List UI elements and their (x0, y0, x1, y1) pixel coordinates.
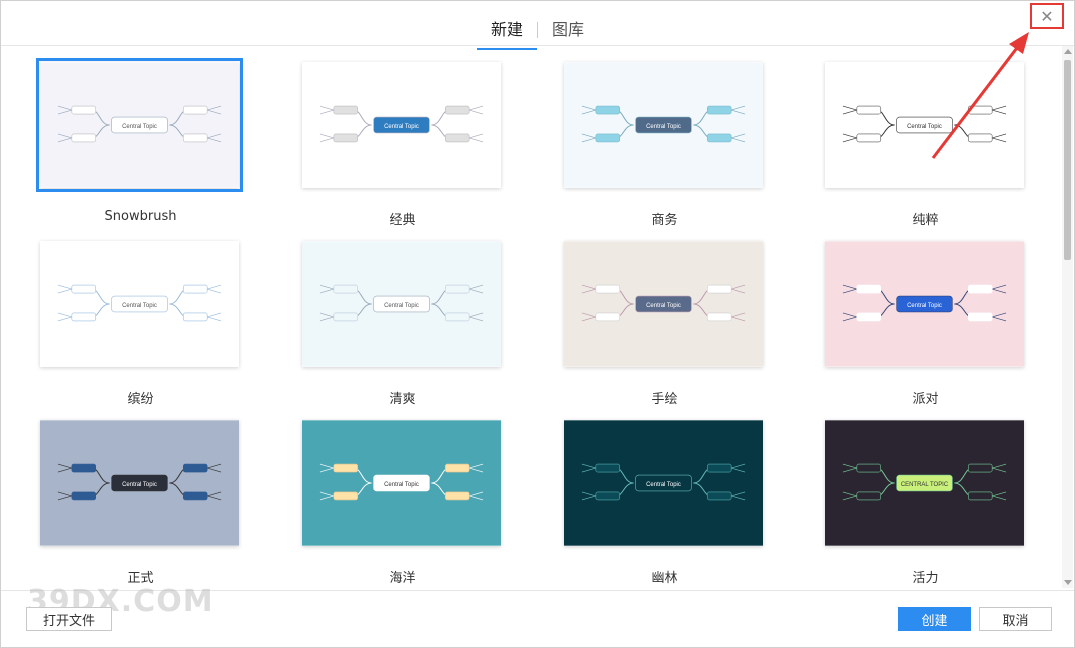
close-icon: ✕ (1040, 6, 1054, 26)
open-file-button[interactable]: 打开文件 (26, 607, 112, 631)
template-label: 商务 (651, 213, 678, 228)
svg-text:Central Topic: Central Topic (907, 124, 942, 130)
svg-text:Central Topic: Central Topic (384, 303, 419, 309)
close-button[interactable]: ✕ (1030, 3, 1064, 29)
svg-text:CENTRAL TOPIC: CENTRAL TOPIC (901, 482, 949, 488)
template-thumbnail[interactable]: Central Topic (302, 241, 501, 367)
template-thumbnail[interactable]: Central Topic (40, 241, 239, 367)
tab-new[interactable]: 新建 (476, 12, 538, 50)
scrollbar[interactable] (1062, 46, 1073, 588)
template-thumbnail[interactable]: Central Topic (564, 62, 763, 188)
svg-text:Central Topic: Central Topic (646, 482, 681, 488)
template-thumbnail[interactable]: Central Topic (564, 420, 763, 546)
template-thumbnail[interactable]: Central Topic (825, 62, 1024, 188)
svg-text:Central Topic: Central Topic (122, 482, 157, 488)
tab-bar: 新建 图库 (1, 12, 1074, 50)
template-label: 缤纷 (127, 392, 154, 407)
template-label: 纯粹 (912, 213, 939, 228)
svg-text:Central Topic: Central Topic (907, 303, 942, 309)
template-label: 手绘 (651, 392, 678, 407)
new-document-dialog: 新建 图库 ✕ Central Topic Snowbrush Central To… (0, 0, 1075, 648)
scroll-thumb[interactable] (1064, 60, 1071, 260)
footer-divider (1, 590, 1074, 591)
template-label: Snowbrush (104, 209, 177, 224)
template-label: 幽林 (651, 571, 678, 586)
cancel-button[interactable]: 取消 (979, 607, 1052, 631)
template-thumbnail[interactable]: Central Topic (36, 58, 243, 192)
svg-text:Central Topic: Central Topic (122, 303, 157, 309)
template-thumbnail[interactable]: Central Topic (564, 241, 763, 367)
template-thumbnail[interactable]: Central Topic (825, 241, 1024, 367)
template-label: 正式 (127, 571, 154, 586)
tab-gallery[interactable]: 图库 (538, 12, 598, 48)
template-label: 海洋 (389, 571, 416, 586)
svg-text:Central Topic: Central Topic (646, 303, 681, 309)
svg-text:Central Topic: Central Topic (384, 482, 419, 488)
svg-text:Central Topic: Central Topic (122, 124, 157, 130)
scroll-down-icon[interactable] (1064, 580, 1072, 585)
template-thumbnail[interactable]: Central Topic (302, 62, 501, 188)
template-thumbnail[interactable]: Central Topic (302, 420, 501, 546)
svg-text:Central Topic: Central Topic (384, 124, 419, 130)
template-label: 清爽 (389, 392, 416, 407)
template-label: 派对 (912, 392, 939, 407)
create-button[interactable]: 创建 (898, 607, 971, 631)
scroll-up-icon[interactable] (1064, 49, 1072, 54)
template-label: 经典 (389, 213, 416, 228)
svg-text:Central Topic: Central Topic (646, 124, 681, 130)
template-label: 活力 (912, 571, 939, 586)
template-thumbnail[interactable]: CENTRAL TOPIC (825, 420, 1024, 546)
template-grid: Central Topic Snowbrush Central Topic 经典 Cen… (1, 46, 1063, 588)
template-thumbnail[interactable]: Central Topic (40, 420, 239, 546)
